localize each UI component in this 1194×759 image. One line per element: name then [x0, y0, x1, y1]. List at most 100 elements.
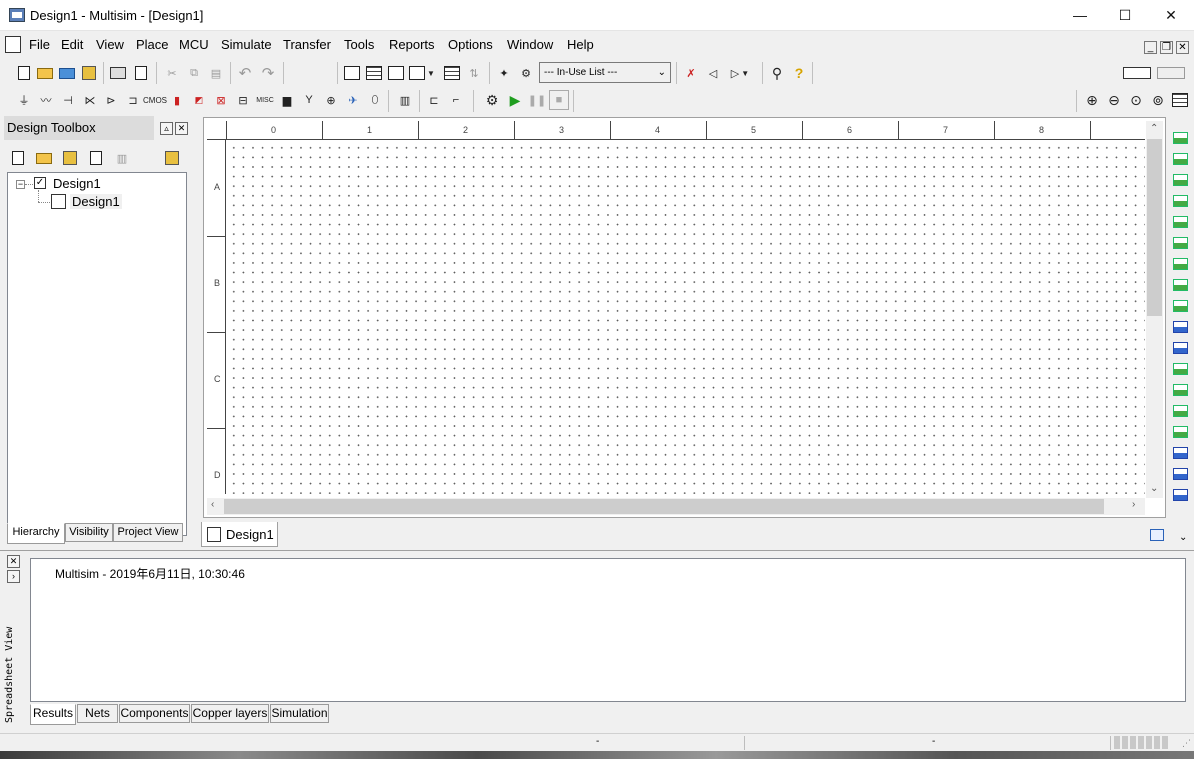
scroll-left-icon[interactable]: ‹	[211, 499, 214, 510]
copy-button[interactable]: ⧉	[184, 63, 204, 83]
spectrum-analyzer-icon[interactable]	[1173, 384, 1188, 396]
maximize-button[interactable]: ☐	[1102, 0, 1148, 30]
grapher-dropdown[interactable]: ▼	[408, 63, 436, 83]
word-generator-icon[interactable]	[1173, 279, 1188, 291]
menu-view[interactable]: View	[96, 37, 124, 52]
place-mcu-button[interactable]: ▮	[167, 90, 187, 110]
menu-place[interactable]: Place	[136, 37, 169, 52]
frequency-counter-icon[interactable]	[1173, 258, 1188, 270]
place-rf-button[interactable]: Y	[299, 90, 319, 110]
tab-list-icon[interactable]	[1150, 529, 1164, 541]
redo-button[interactable]: ↷	[258, 63, 278, 83]
menu-reports[interactable]: Reports	[389, 37, 435, 52]
back-annotate-button[interactable]: ◁	[703, 63, 723, 83]
place-indicator-button[interactable]: ⊟	[233, 90, 253, 110]
place-ni-components-button[interactable]: ✈	[343, 90, 363, 110]
transfer-dropdown[interactable]: ▷ ▼	[725, 63, 755, 83]
forward-annotate-button[interactable]: ✗	[681, 63, 701, 83]
tab-visibility[interactable]: Visibility	[65, 523, 113, 542]
spreadsheet-float-button[interactable]: ›	[7, 570, 20, 583]
view-mode-button[interactable]	[1122, 63, 1152, 83]
toolbox-new-button[interactable]	[8, 148, 28, 168]
toolbox-close-button[interactable]: ✕	[175, 122, 188, 135]
help-button[interactable]: ?	[789, 63, 809, 83]
interactive-simulation-button[interactable]: ⚙	[482, 90, 502, 110]
place-transistor-button[interactable]: ⋉	[80, 90, 100, 110]
zoom-fit-button[interactable]: ⊚	[1148, 90, 1168, 110]
toolbox-close-file-button[interactable]	[86, 148, 106, 168]
place-basic-button[interactable]: 〰	[36, 90, 56, 110]
database-manager-button[interactable]	[386, 63, 406, 83]
four-channel-oscilloscope-icon[interactable]	[1173, 216, 1188, 228]
component-wizard-button[interactable]: ✦	[494, 63, 514, 83]
horizontal-scroll-thumb[interactable]	[224, 499, 1104, 514]
zoom-area-button[interactable]: ⊙	[1126, 90, 1146, 110]
view-mode-alt-button[interactable]	[1156, 63, 1186, 83]
toolbox-save-button[interactable]	[60, 148, 80, 168]
tektronix-oscilloscope-icon[interactable]	[1173, 489, 1188, 501]
print-preview-button[interactable]	[131, 63, 151, 83]
menu-tools[interactable]: Tools	[344, 37, 374, 52]
stop-simulation-button[interactable]: ■	[549, 90, 569, 110]
tab-design1[interactable]: Design1	[201, 522, 278, 547]
tab-results[interactable]: Results	[30, 704, 76, 725]
open-sample-button[interactable]	[57, 63, 77, 83]
menu-transfer[interactable]: Transfer	[283, 37, 331, 52]
print-button[interactable]	[108, 63, 128, 83]
undo-button[interactable]: ↶	[235, 63, 255, 83]
place-analog-button[interactable]: ⊳	[101, 90, 121, 110]
wattmeter-icon[interactable]	[1173, 174, 1188, 186]
place-misc-button[interactable]: MISC	[255, 90, 275, 110]
electrical-rules-check-button[interactable]: ⇅	[464, 63, 484, 83]
scroll-down-icon[interactable]: ⌄	[1150, 483, 1158, 494]
logic-converter-icon[interactable]	[1173, 300, 1188, 312]
place-connectors-button[interactable]: ⬯	[365, 90, 385, 110]
place-wire-button[interactable]: ⌐	[446, 90, 466, 110]
mdi-close-button[interactable]: ✕	[1176, 41, 1189, 54]
toggle-spreadsheet-button[interactable]	[364, 63, 384, 83]
document-icon[interactable]	[5, 36, 21, 53]
vertical-scroll-thumb[interactable]	[1147, 139, 1162, 316]
vertical-scrollbar[interactable]: ⌃ ⌄	[1146, 121, 1163, 498]
scroll-up-icon[interactable]: ⌃	[1150, 123, 1158, 134]
place-cmos-button[interactable]: CMOS	[143, 90, 167, 110]
scroll-right-icon[interactable]: ›	[1132, 499, 1135, 510]
multimeter-icon[interactable]	[1173, 132, 1188, 144]
zoom-out-button[interactable]: ⊖	[1104, 90, 1124, 110]
place-source-button[interactable]: ⏚	[14, 90, 34, 110]
toolbox-float-button[interactable]: ▵	[160, 122, 173, 135]
postprocessor-button[interactable]	[442, 63, 462, 83]
breadboard-button[interactable]: ⚙	[516, 63, 536, 83]
place-electromechanical-button[interactable]: ⊕	[321, 90, 341, 110]
menu-file[interactable]: File	[29, 37, 50, 52]
place-advanced-peripherals-button[interactable]: ◩	[189, 90, 209, 110]
close-button[interactable]: ✕	[1148, 0, 1194, 30]
minimize-button[interactable]: —	[1057, 0, 1103, 30]
cut-button[interactable]: ✂	[162, 63, 182, 83]
new-file-button[interactable]	[14, 63, 34, 83]
save-button[interactable]	[79, 63, 99, 83]
in-use-list-dropdown[interactable]: --- In-Use List --- ⌄	[539, 62, 671, 83]
place-hierarchical-block-button[interactable]: ▥	[395, 90, 415, 110]
menu-edit[interactable]: Edit	[61, 37, 83, 52]
paste-button[interactable]: ▤	[206, 63, 226, 83]
agilent-function-generator-icon[interactable]	[1173, 426, 1188, 438]
tab-components[interactable]: Components	[119, 704, 190, 723]
open-button[interactable]	[35, 63, 55, 83]
network-analyzer-icon[interactable]	[1173, 405, 1188, 417]
spreadsheet-close-button[interactable]: ✕	[7, 555, 20, 568]
bode-plotter-icon[interactable]	[1173, 237, 1188, 249]
agilent-multimeter-icon[interactable]	[1173, 447, 1188, 459]
menu-mcu[interactable]: MCU	[179, 37, 209, 52]
collapse-toggle[interactable]: −	[16, 180, 25, 189]
toggle-design-toolbox-button[interactable]	[342, 63, 362, 83]
horizontal-scrollbar[interactable]: ‹ ›	[207, 498, 1145, 515]
oscilloscope-icon[interactable]	[1173, 195, 1188, 207]
toolbox-open-button[interactable]	[34, 148, 54, 168]
mdi-minimize-button[interactable]: _	[1144, 41, 1157, 54]
tab-copper-layers[interactable]: Copper layers	[191, 704, 269, 723]
logic-analyzer-icon[interactable]	[1173, 321, 1188, 333]
tree-child-label[interactable]: Design1	[70, 194, 122, 209]
place-diode-button[interactable]: ⊣	[58, 90, 78, 110]
place-mixed-button[interactable]: ⊠	[211, 90, 231, 110]
